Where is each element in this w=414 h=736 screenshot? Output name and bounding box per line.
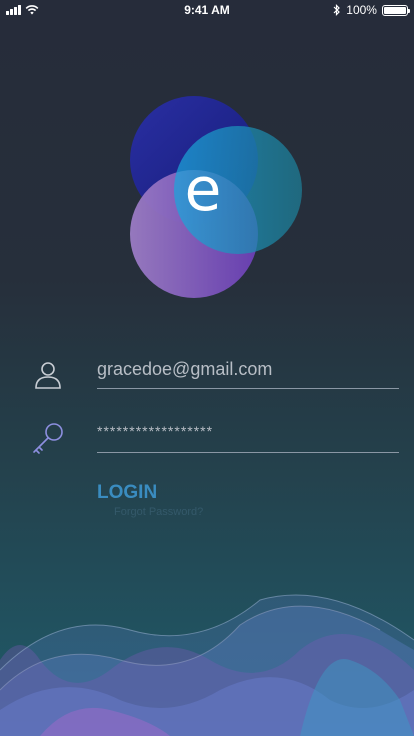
status-time: 9:41 AM bbox=[184, 3, 230, 17]
battery-fill bbox=[383, 6, 406, 14]
password-row bbox=[0, 410, 414, 470]
password-field[interactable] bbox=[97, 416, 399, 446]
wifi-icon bbox=[25, 5, 39, 15]
email-underline bbox=[97, 388, 399, 389]
login-button[interactable]: LOGIN bbox=[97, 482, 157, 504]
user-icon bbox=[35, 362, 61, 389]
password-underline bbox=[97, 452, 399, 453]
status-left bbox=[6, 5, 126, 15]
email-row bbox=[0, 348, 414, 408]
signal-icon bbox=[6, 5, 21, 15]
bluetooth-icon bbox=[333, 4, 341, 16]
app-logo: e bbox=[126, 94, 306, 302]
logo-letter: e bbox=[185, 155, 222, 225]
status-right: 100% bbox=[288, 3, 410, 17]
status-bar: 9:41 AM 100% bbox=[0, 0, 414, 20]
decorative-waves bbox=[0, 590, 414, 736]
email-field[interactable] bbox=[97, 354, 399, 384]
battery-percent: 100% bbox=[346, 3, 377, 17]
battery-icon bbox=[381, 4, 410, 16]
key-icon bbox=[33, 423, 63, 454]
forgot-password-link[interactable]: Forgot Password? bbox=[114, 506, 203, 518]
